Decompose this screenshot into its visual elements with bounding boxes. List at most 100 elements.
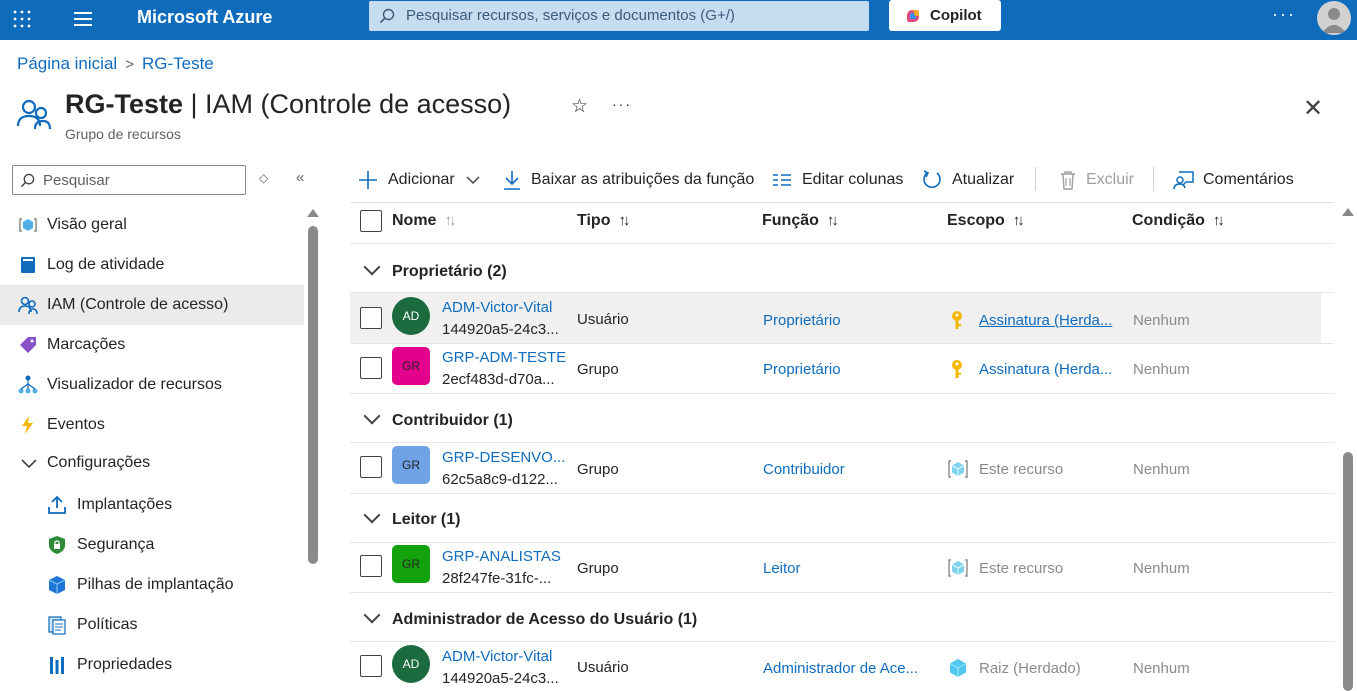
group-label: Proprietário (2) [392, 263, 507, 280]
column-header-type[interactable]: Tipo ↑↓ [577, 212, 630, 230]
row-divider [350, 343, 1334, 344]
sidebar-item-events[interactable]: Eventos [0, 405, 304, 445]
brand-title[interactable]: Microsoft Azure [137, 7, 272, 28]
role-link[interactable]: Proprietário [763, 361, 841, 378]
avatar: AD [392, 297, 430, 335]
page-title-resource: RG-Teste [65, 89, 184, 119]
sidebar-item-security[interactable]: Segurança [0, 525, 304, 565]
feedback-icon [1173, 171, 1194, 190]
row-checkbox[interactable] [360, 307, 382, 329]
object-id: 62c5a8c9-d122... [442, 471, 558, 488]
column-header-scope[interactable]: Escopo ↑↓ [947, 212, 1025, 230]
group-header-contributor[interactable]: Contribuidor (1) [362, 407, 513, 430]
edit-columns-icon [773, 174, 791, 186]
scope-cell: Este recurso [979, 461, 1064, 478]
search-icon [379, 8, 395, 24]
sort-icon[interactable]: ↑↓ [827, 212, 839, 229]
table-scrollbar[interactable] [1343, 452, 1353, 691]
sidebar-item-overview[interactable]: Visão geral [0, 205, 304, 245]
sort-icon[interactable]: ↑↓ [1013, 212, 1025, 229]
app-launcher-icon[interactable] [12, 9, 32, 29]
download-label: Baixar as atribuições da função [531, 171, 755, 188]
column-header-name[interactable]: Nome ↑↓ [392, 212, 456, 230]
role-link[interactable]: Proprietário [763, 312, 841, 329]
sort-toggle-icon[interactable]: ◇ [259, 171, 268, 185]
user-avatar[interactable] [1317, 1, 1351, 35]
group-header-user-access-admin[interactable]: Administrador de Acesso do Usuário (1) [362, 606, 697, 629]
sidebar-item-resource-visualizer[interactable]: Visualizador de recursos [0, 365, 304, 405]
row-divider [350, 542, 1334, 543]
breadcrumb: Página inicial > RG-Teste [17, 54, 214, 74]
copilot-button[interactable]: Copilot [889, 0, 1001, 31]
select-all-checkbox[interactable] [360, 210, 382, 232]
row-checkbox[interactable] [360, 456, 382, 478]
sidebar-scrollbar[interactable] [308, 226, 318, 564]
column-label: Escopo [947, 212, 1005, 229]
sidebar-item-iam[interactable]: IAM (Controle de acesso) [0, 285, 304, 325]
sidebar-item-properties[interactable]: Propriedades [0, 645, 304, 685]
more-options-icon[interactable]: ··· [1272, 4, 1296, 25]
group-label: Contribuidor (1) [392, 412, 513, 429]
trash-icon [1061, 171, 1075, 190]
sidebar-item-policies[interactable]: Políticas [0, 605, 304, 645]
edit-columns-button[interactable]: Editar colunas [771, 168, 906, 192]
scope-link[interactable]: Assinatura (Herda... [979, 312, 1112, 329]
table-scroll-up[interactable] [1342, 208, 1354, 216]
feedback-label: Comentários [1203, 171, 1294, 188]
sidebar-search-input[interactable]: Pesquisar [12, 165, 246, 195]
delete-button[interactable]: Excluir [1057, 168, 1137, 192]
sort-icon[interactable]: ↑↓ [1213, 212, 1225, 229]
sidebar-item-label: Implantações [77, 496, 173, 513]
favorite-star-icon[interactable]: ☆ [571, 95, 588, 118]
refresh-button[interactable]: Atualizar [921, 168, 1021, 192]
resource-visualizer-icon [18, 375, 38, 394]
deployments-icon [48, 495, 66, 514]
collapse-sidebar-icon[interactable]: « [296, 169, 304, 186]
principal-name-link[interactable]: GRP-ANALISTAS [442, 548, 561, 565]
group-header-owner[interactable]: Proprietário (2) [362, 258, 507, 281]
refresh-label: Atualizar [952, 171, 1015, 188]
row-checkbox[interactable] [360, 357, 382, 379]
overview-icon [19, 218, 37, 232]
close-icon[interactable]: ✕ [1303, 94, 1323, 123]
search-placeholder: Pesquisar recursos, serviços e documento… [406, 7, 735, 24]
principal-name-link[interactable]: ADM-Victor-Vital [442, 299, 552, 316]
role-link[interactable]: Contribuidor [763, 461, 845, 478]
sidebar-item-label: Eventos [47, 416, 105, 433]
sidebar-group-settings[interactable]: Configurações [0, 443, 304, 483]
object-id: 144920a5-24c3... [442, 321, 559, 338]
sidebar-item-deployments[interactable]: Implantações [0, 485, 304, 525]
add-button[interactable]: Adicionar [357, 168, 482, 192]
scope-link[interactable]: Assinatura (Herda... [979, 361, 1112, 378]
breadcrumb-current[interactable]: RG-Teste [142, 54, 214, 73]
page-more-icon[interactable]: ··· [612, 96, 632, 112]
column-header-role[interactable]: Função ↑↓ [762, 212, 839, 230]
principal-name-link[interactable]: GRP-ADM-TESTE [442, 349, 566, 366]
sidebar-item-activity-log[interactable]: Log de atividade [0, 245, 304, 285]
sidebar-scroll-up[interactable] [307, 209, 319, 217]
sidebar-item-label: Configurações [47, 454, 151, 471]
type-cell: Grupo [577, 560, 619, 577]
row-checkbox[interactable] [360, 655, 382, 677]
principal-name-link[interactable]: GRP-DESENVO... [442, 449, 565, 466]
column-header-condition[interactable]: Condição ↑↓ [1132, 212, 1225, 230]
search-icon [20, 173, 35, 188]
sidebar-item-deployment-stacks[interactable]: Pilhas de implantação [0, 565, 304, 605]
sidebar-item-label: IAM (Controle de acesso) [47, 296, 229, 313]
role-link[interactable]: Administrador de Ace... [763, 660, 918, 677]
breadcrumb-home[interactable]: Página inicial [17, 54, 117, 73]
principal-name-link[interactable]: ADM-Victor-Vital [442, 648, 552, 665]
global-search-input[interactable]: Pesquisar recursos, serviços e documento… [369, 1, 869, 31]
sort-icon[interactable]: ↑↓ [444, 212, 456, 229]
feedback-button[interactable]: Comentários [1173, 168, 1298, 192]
row-checkbox[interactable] [360, 555, 382, 577]
sort-icon[interactable]: ↑↓ [618, 212, 630, 229]
sidebar-item-tags[interactable]: Marcações [0, 325, 304, 365]
role-link[interactable]: Leitor [763, 560, 801, 577]
row-divider [350, 641, 1334, 642]
group-header-reader[interactable]: Leitor (1) [362, 506, 460, 529]
download-role-assignments-button[interactable]: Baixar as atribuições da função [501, 168, 756, 192]
hamburger-menu-icon[interactable] [72, 9, 94, 29]
chevron-down-icon [363, 506, 381, 524]
management-group-icon [949, 659, 967, 677]
